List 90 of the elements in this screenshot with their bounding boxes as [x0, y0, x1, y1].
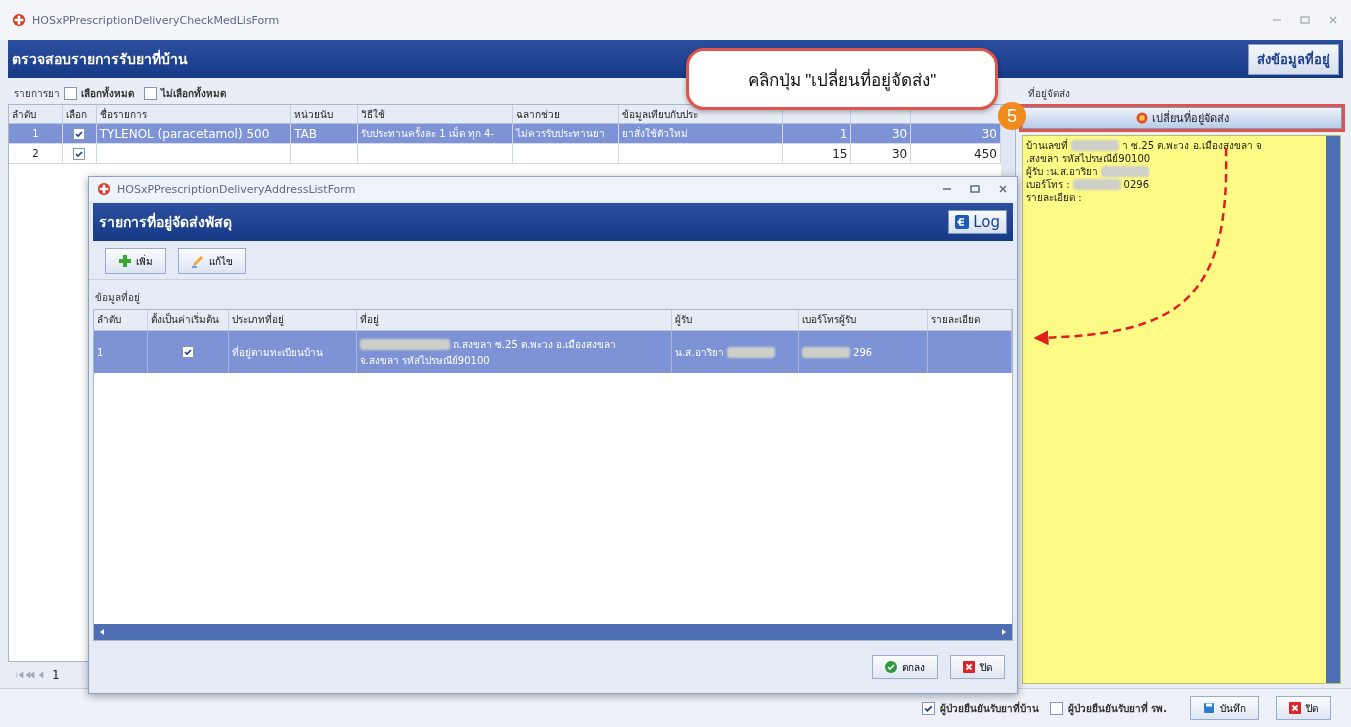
close-icon [963, 661, 975, 673]
address-text: รายละเอียด : [1026, 191, 1082, 204]
column-header: วิธีใช้ [360, 109, 385, 120]
redacted-blur [1100, 166, 1149, 177]
ok-button[interactable]: ตกลง [872, 655, 938, 679]
address-text: เบอร์โทร : [1026, 178, 1070, 191]
checkmark-icon [885, 661, 897, 673]
form-title: รายการที่อยู่จัดส่งพัสดุ [99, 211, 232, 233]
dialog-title: HOSxPPrescriptionDeliveryAddressListForm [117, 182, 356, 196]
address-text: บ้านเลขที่ [1026, 139, 1068, 152]
column-header: ชื่อรายการ [99, 109, 147, 120]
table-cell: รับประทานครั้งละ 1 เม็ด ทุก 4- [360, 126, 494, 141]
table-cell-text: จ.สงขลา รหัสไปรษณีย์90100 [359, 353, 490, 368]
checkbox[interactable] [144, 86, 157, 100]
table-cell: 1 [839, 126, 848, 141]
column-header: ลำดับ [12, 109, 36, 120]
address-text: .สงขลา รหัสไปรษณีย์90100 [1026, 152, 1151, 165]
table-cell: TYLENOL (paracetamol) 500 [99, 126, 270, 141]
table-cell: 1 [32, 128, 39, 139]
column-header: หน่วยนับ [294, 109, 334, 120]
section-label: ข้อมูลที่อยู่ [94, 289, 141, 306]
add-button[interactable]: เพิ่ม [105, 248, 166, 274]
column-header: ประเภทที่อยู่ [231, 314, 284, 325]
column-header: รายละเอียด [930, 314, 980, 325]
redacted-blur [726, 346, 775, 358]
close-icon [1289, 702, 1301, 714]
column-header: ฉลากช่วย [516, 109, 561, 120]
column-header: ตั้งเป็นค่าเริ่มต้น [150, 314, 219, 325]
close-icon[interactable] [1327, 14, 1339, 26]
section-label: ที่อยู่จัดส่ง [1027, 85, 1071, 101]
table-cell: 2 [32, 148, 39, 159]
redacted-blur [1071, 140, 1119, 151]
address-icon [1135, 112, 1148, 124]
app-logo-icon [97, 182, 111, 196]
form-title: ตรวจสอบรายการรับยาที่บ้าน [12, 48, 188, 69]
checkbox[interactable] [181, 346, 194, 358]
table-cell-text: น.ส.อาริยา [675, 345, 724, 360]
checkbox-label: ผู้ป่วยยืนยันรับยาที่บ้าน [939, 700, 1039, 716]
redacted-blur [1072, 179, 1121, 190]
close-icon[interactable] [997, 183, 1009, 195]
table-row[interactable]: 2 15 30 450 [9, 144, 1001, 164]
checkbox[interactable] [73, 127, 86, 140]
table-cell: ยาสั่งใช้ตัวใหม่ [622, 126, 689, 141]
plus-icon [118, 254, 132, 268]
checkbox-label: เลือกทั้งหมด [81, 85, 134, 101]
maximize-icon[interactable] [1299, 14, 1311, 26]
checkbox[interactable] [64, 86, 77, 100]
maximize-icon[interactable] [969, 183, 981, 195]
table-cell: TAB [294, 126, 317, 141]
window-title: HOSxPPrescriptionDeliveryCheckMedLisForm [32, 13, 280, 27]
checkbox[interactable] [1049, 701, 1063, 715]
list-label: รายการยา [14, 86, 60, 101]
table-cell-text: ไม่ควรรับประทานยา [516, 127, 606, 141]
address-text: ผู้รับ :น.ส.อาริยา [1026, 165, 1098, 178]
checkbox-label: ผู้ป่วยยืนยันรับยาที่ รพ. [1067, 700, 1167, 716]
scrollbar[interactable] [1326, 136, 1340, 683]
save-button[interactable]: บันทึก [1190, 696, 1259, 720]
address-text: า ซ.25 ต.พะวง อ.เมืองสงขลา จ [1122, 139, 1262, 152]
checkbox[interactable] [921, 701, 935, 715]
column-header: ผู้รับ [675, 314, 693, 325]
scrollbar[interactable] [94, 624, 1012, 640]
column-header: ที่อยู่ [359, 314, 379, 325]
send-address-button[interactable]: ส่งข้อมูลที่อยู่ [1248, 43, 1339, 75]
table-cell: 450 [974, 146, 997, 161]
column-header: ลำดับ [97, 314, 121, 325]
change-address-button[interactable]: เปลี่ยนที่อยู่จัดส่ง [1022, 107, 1342, 129]
address-text: 0296 [1123, 178, 1149, 191]
close-button[interactable]: ปิด [950, 655, 1005, 679]
table-cell: 296 [853, 346, 873, 358]
table-cell: ที่อยู่ตามทะเบียนบ้าน [231, 344, 323, 360]
column-header: เบอร์โทรผู้รับ [802, 314, 857, 325]
table-cell: 30 [891, 146, 908, 161]
edit-button[interactable]: แก้ไข [178, 248, 246, 274]
checkbox-label: ไม่เลือกทั้งหมด [161, 85, 226, 101]
column-header: ข้อมูลเทียบกับประ [622, 109, 699, 120]
table-cell: 30 [891, 126, 908, 141]
app-logo-icon [12, 13, 26, 27]
callout-text: คลิกปุ่ม "เปลี่ยนที่อยู่จัดส่ง" [747, 67, 937, 93]
record-position: 1 [52, 668, 60, 682]
log-button[interactable]: Log [948, 210, 1007, 234]
table-cell-text: ถ.สงขลา ซ.25 ต.พะวง อ.เมืองสงขลา [452, 337, 617, 352]
table-cell: 15 [832, 146, 848, 161]
column-header: เลือก [65, 109, 87, 120]
table-cell: 30 [981, 126, 997, 141]
close-button[interactable]: ปิด [1276, 696, 1331, 720]
pencil-icon [191, 254, 205, 268]
redacted-blur [802, 346, 851, 358]
address-textarea[interactable]: บ้านเลขที่ า ซ.25 ต.พะวง อ.เมืองสงขลา จ .สงขลา รหัสไปรษณีย์90100 ผู้รับ :น.ส.อาริยา เบอร์โทร : 0296 รายละเอียด : [1022, 135, 1341, 684]
checkbox[interactable] [73, 147, 86, 160]
table-cell: 1 [97, 346, 104, 358]
